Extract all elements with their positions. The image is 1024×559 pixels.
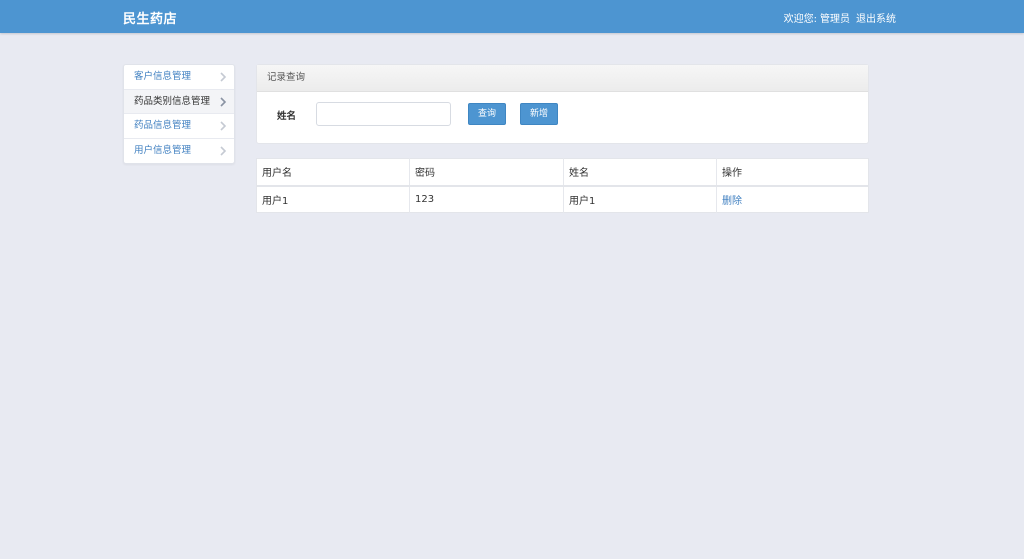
cell-username: 用户1 [262, 195, 289, 207]
sidebar-item-label: 药品类别信息管理 [134, 95, 211, 107]
table-header-row: 用户名 密码 姓名 操作 [256, 158, 869, 187]
column-header-username: 用户名 [256, 158, 410, 187]
sidebar-item-customer[interactable]: 客户信息管理 [124, 65, 234, 90]
sidebar: 客户信息管理 药品类别信息管理 药品信息管理 用户信息管理 [123, 64, 235, 164]
name-input[interactable] [316, 102, 451, 126]
welcome-text: 欢迎您: [783, 14, 817, 25]
chevron-right-icon [218, 114, 228, 138]
brand-title[interactable]: 民生药店 [123, 8, 177, 27]
column-header-action: 操作 [716, 158, 869, 187]
top-navbar: 民生药店 欢迎您: 管理员 退出系统 [0, 0, 1024, 33]
sidebar-item-label: 用户信息管理 [134, 144, 192, 156]
cell-action: 删除 [716, 185, 869, 213]
delete-link[interactable]: 删除 [722, 196, 742, 207]
cell-password: 123 [409, 185, 564, 213]
name-label: 姓名 [277, 111, 297, 122]
column-header-name: 姓名 [563, 158, 717, 187]
sidebar-item-user[interactable]: 用户信息管理 [124, 139, 234, 164]
table-row: 用户1 123 用户1 删除 [257, 185, 869, 213]
search-panel: 记录查询 姓名 查询 新增 [256, 64, 869, 144]
sidebar-item-drug-category[interactable]: 药品类别信息管理 [124, 89, 234, 114]
username: 管理员 [820, 14, 850, 25]
sidebar-item-label: 药品信息管理 [134, 120, 192, 131]
logout-link[interactable]: 退出系统 [856, 14, 896, 25]
cell-name: 用户1 [563, 185, 717, 213]
query-button[interactable]: 查询 [468, 103, 507, 125]
user-area: 欢迎您: 管理员 退出系统 [781, 10, 896, 25]
column-header-password: 密码 [409, 158, 564, 187]
chevron-right-icon [218, 90, 228, 114]
chevron-right-icon [218, 65, 228, 89]
panel-title: 记录查询 [257, 65, 868, 92]
add-button[interactable]: 新增 [520, 103, 559, 125]
chevron-right-icon [218, 139, 228, 163]
user-table: 用户名 密码 姓名 操作 用户1 123 用户1 删除 [256, 158, 869, 213]
sidebar-item-label: 客户信息管理 [134, 71, 192, 82]
sidebar-item-drug[interactable]: 药品信息管理 [124, 114, 234, 139]
